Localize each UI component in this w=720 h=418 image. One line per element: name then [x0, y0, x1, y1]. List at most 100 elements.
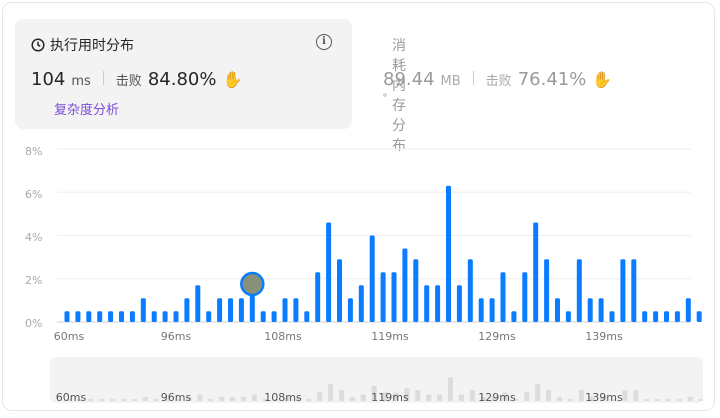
chart-bar[interactable] [500, 272, 506, 322]
chart-bar[interactable] [380, 272, 386, 322]
chart-bar[interactable] [456, 285, 462, 322]
chart-bar[interactable] [358, 285, 364, 322]
chart-bar[interactable] [195, 285, 201, 322]
chart-bar[interactable] [446, 185, 451, 322]
chart-bar[interactable] [544, 259, 550, 322]
chart-bar[interactable] [576, 259, 582, 322]
chart-bar[interactable] [97, 311, 103, 322]
clap-icon: ✋ [222, 70, 243, 89]
divider [472, 71, 474, 85]
overview-bar [88, 399, 94, 401]
chart-bar[interactable] [108, 311, 114, 322]
info-icon[interactable]: i [316, 34, 332, 50]
chart-bar[interactable] [653, 311, 659, 322]
chart-bar[interactable] [489, 298, 495, 322]
runtime-metrics: 104 ms 击败 84.80% ✋ [31, 69, 242, 90]
overview-bar [339, 390, 344, 401]
chart-bar[interactable] [620, 259, 626, 322]
divider [102, 71, 104, 85]
overview-bar [121, 399, 126, 401]
overview-bar [131, 399, 137, 401]
chart-bar[interactable] [533, 222, 539, 322]
chart-bar[interactable] [478, 298, 484, 322]
memory-beat-label: 击败 [485, 74, 512, 89]
runtime-unit: ms [71, 74, 91, 89]
chart-bar[interactable] [696, 311, 702, 322]
y-tick-label: 6% [25, 188, 43, 201]
overview-bar [142, 396, 148, 401]
chart-bar[interactable] [424, 285, 430, 322]
overview-bar [251, 394, 257, 401]
chart-bar[interactable] [140, 298, 146, 322]
chart-bar[interactable] [64, 311, 70, 322]
chart-bar[interactable] [282, 298, 288, 322]
overview-bar [208, 399, 214, 401]
memory-metrics: 89.44 MB 击败 76.41% ✋ [383, 69, 612, 90]
x-tick-label: 96ms [160, 330, 192, 343]
chart-bar[interactable] [75, 311, 81, 322]
x-tick-label: 139ms [585, 330, 623, 343]
chart-bar[interactable] [260, 311, 266, 322]
chart-bar[interactable] [293, 298, 299, 322]
complexity-analysis-link[interactable]: 复杂度分析 [54, 99, 119, 118]
chart-bar[interactable] [184, 298, 190, 322]
chart-bar[interactable] [598, 298, 604, 322]
memory-title-row: 消耗内存分布 [383, 35, 416, 155]
chart-bar[interactable] [315, 272, 321, 322]
chart-bar[interactable] [685, 298, 691, 322]
chart-bar[interactable] [151, 311, 157, 322]
chart-bar[interactable] [609, 311, 615, 322]
overview-bar [676, 399, 682, 401]
chart-bar[interactable] [522, 272, 528, 322]
chart-bar[interactable] [347, 298, 353, 322]
runtime-beat-pct: 84.80% [147, 69, 217, 90]
overview-bar [153, 399, 159, 401]
chart-bar[interactable] [511, 311, 517, 322]
chart-bar[interactable] [119, 311, 124, 322]
memory-beat-pct: 76.41% [517, 69, 587, 90]
chart-bar[interactable] [173, 311, 179, 322]
chart-bar[interactable] [238, 298, 244, 322]
overview-bar [426, 394, 432, 401]
chart-bar[interactable] [304, 311, 310, 322]
overview-bar [197, 394, 203, 401]
overview-bar [687, 396, 693, 401]
chart-bar[interactable] [249, 285, 255, 322]
chart-bar[interactable] [402, 248, 408, 322]
chart-bar[interactable] [337, 259, 342, 322]
chart-bar[interactable] [369, 235, 375, 323]
overview-bar [448, 377, 453, 401]
chart-bar[interactable] [217, 298, 223, 322]
overview-tick-label: 119ms [371, 391, 409, 404]
chart-bar[interactable] [664, 311, 669, 322]
overview-bar [415, 390, 421, 401]
chart-bar[interactable] [391, 272, 397, 322]
chart-bar[interactable] [129, 311, 135, 322]
chart-bar[interactable] [587, 298, 593, 322]
chart-bar[interactable] [206, 311, 212, 322]
chart-bar[interactable] [467, 259, 473, 322]
chart-bar[interactable] [86, 311, 92, 322]
overview-bar [655, 399, 661, 401]
runtime-card[interactable]: 执行用时分布 i 104 ms 击败 84.80% ✋ 复杂度分析 [15, 19, 352, 129]
chart-bar[interactable] [435, 285, 441, 322]
chart-bar[interactable] [674, 311, 680, 322]
my-submission-avatar[interactable] [240, 271, 265, 297]
overview-bar [546, 390, 552, 401]
chart-bar[interactable] [555, 298, 560, 322]
chart-bar[interactable] [565, 311, 571, 322]
runtime-title-row: 执行用时分布 [31, 35, 134, 55]
chart-bar[interactable] [631, 259, 637, 322]
overview-bar [698, 399, 703, 401]
overview-bar [567, 399, 573, 401]
chart-bar[interactable] [642, 311, 648, 322]
chart-bar[interactable] [271, 311, 277, 322]
y-tick-label: 0% [25, 317, 43, 330]
clock-icon [31, 38, 45, 52]
overview-bar [328, 383, 334, 401]
chart-bar[interactable] [326, 222, 332, 322]
chart-bar[interactable] [228, 298, 233, 322]
chart-bar[interactable] [162, 311, 168, 322]
y-tick-label: 8% [25, 145, 43, 158]
chart-bar[interactable] [413, 259, 419, 322]
